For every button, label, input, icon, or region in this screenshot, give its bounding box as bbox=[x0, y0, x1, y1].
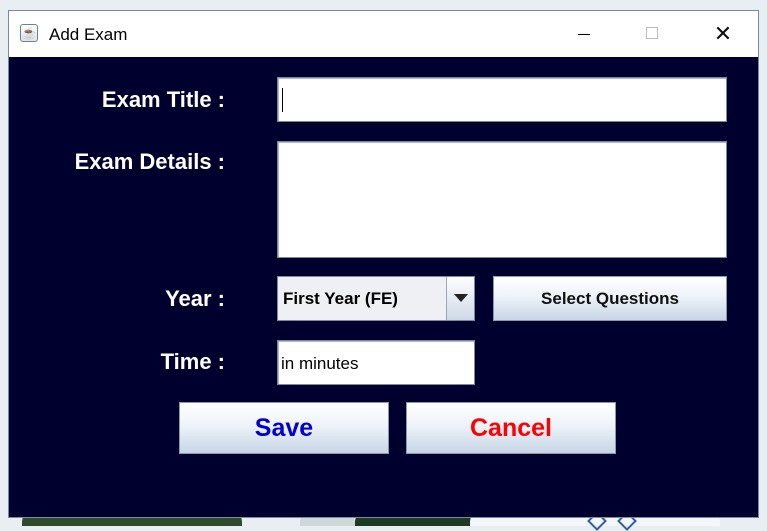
exam-details-label: Exam Details : bbox=[74, 149, 225, 174]
add-exam-window: ☕ Add Exam ✕ Exam Title : Exam Details :… bbox=[8, 10, 759, 518]
save-button[interactable]: Save bbox=[179, 402, 389, 454]
exam-details-textarea[interactable] bbox=[277, 141, 727, 258]
text-caret bbox=[282, 88, 283, 112]
close-icon[interactable]: ✕ bbox=[700, 11, 746, 57]
maximize-icon[interactable] bbox=[629, 11, 675, 57]
window-title: Add Exam bbox=[49, 25, 128, 44]
exam-title-input[interactable] bbox=[277, 77, 727, 122]
year-label: Year : bbox=[165, 286, 225, 311]
java-coffee-icon: ☕ bbox=[20, 24, 38, 42]
select-questions-button[interactable]: Select Questions bbox=[493, 276, 727, 321]
minimize-icon[interactable] bbox=[561, 11, 607, 57]
year-dropdown[interactable]: First Year (FE) bbox=[277, 276, 475, 321]
year-selected-value: First Year (FE) bbox=[283, 289, 398, 308]
form-panel: Exam Title : Exam Details : Year : First… bbox=[9, 57, 758, 517]
chevron-down-icon[interactable] bbox=[446, 277, 474, 320]
cancel-button[interactable]: Cancel bbox=[406, 402, 616, 454]
time-input[interactable]: in minutes bbox=[277, 340, 475, 385]
title-bar[interactable]: ☕ Add Exam ✕ bbox=[9, 11, 758, 57]
time-label: Time : bbox=[160, 349, 225, 374]
exam-title-label: Exam Title : bbox=[101, 87, 225, 112]
